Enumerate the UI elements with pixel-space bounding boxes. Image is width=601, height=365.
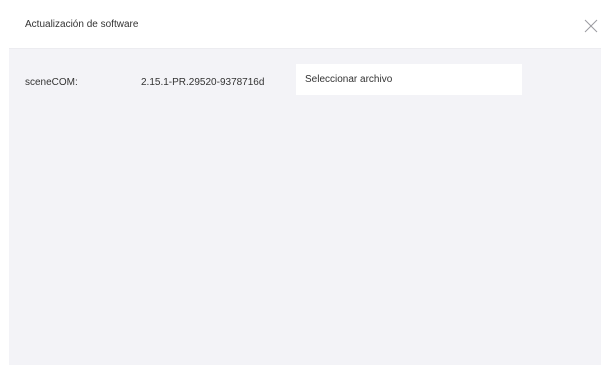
dialog-title: Actualización de software (25, 19, 139, 30)
software-label: sceneCOM: (25, 77, 78, 88)
select-file-button[interactable]: Seleccionar archivo (296, 64, 522, 95)
close-icon-graphic (584, 19, 598, 33)
software-update-dialog: Actualización de software sceneCOM: 2.15… (9, 8, 601, 365)
select-file-label: Seleccionar archivo (305, 74, 393, 85)
dialog-header: Actualización de software (9, 8, 601, 49)
close-icon[interactable] (584, 19, 598, 33)
dialog-content: sceneCOM: 2.15.1-PR.29520-9378716d Selec… (9, 49, 601, 365)
software-version: 2.15.1-PR.29520-9378716d (141, 77, 265, 88)
